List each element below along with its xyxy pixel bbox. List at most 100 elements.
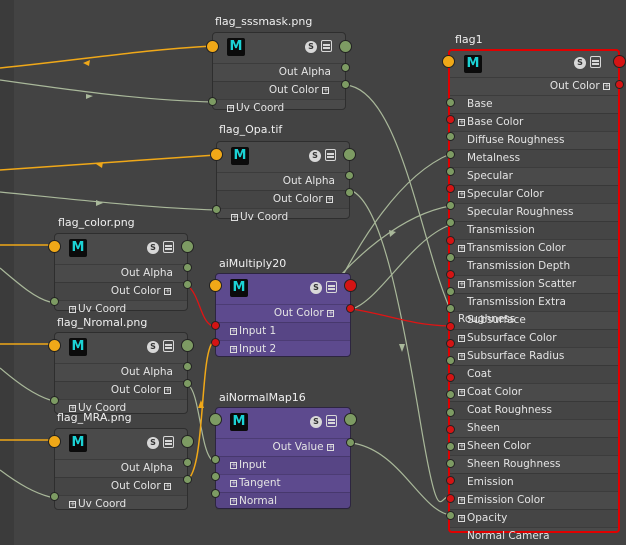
expand-icon[interactable]: + [231, 213, 238, 221]
swatch-toggle-icon[interactable]: S [147, 437, 159, 449]
expand-icon[interactable]: + [458, 190, 465, 198]
attr-transmission[interactable]: Transmission [450, 221, 618, 239]
expand-icon[interactable]: + [230, 461, 237, 469]
output-port[interactable] [183, 362, 192, 371]
input-port[interactable] [48, 339, 61, 352]
expand-icon[interactable]: + [458, 442, 465, 450]
node-header[interactable]: M S [55, 333, 187, 363]
output-port[interactable] [181, 435, 194, 448]
node-editor-canvas[interactable]: flag_sssmask.png M S Out Alpha Out Color… [0, 0, 626, 545]
attr-sheen-color[interactable]: + Sheen Color [450, 437, 618, 455]
attr-out-alpha[interactable]: Out Alpha [55, 363, 187, 381]
swatch-toggle-icon[interactable]: S [310, 282, 322, 294]
attr-uv-coord[interactable]: + Uv Coord [55, 495, 187, 513]
node-ai-normalmap[interactable]: M S Out Value + + Input + Tangent + Normal [215, 407, 351, 510]
attr-sheen[interactable]: Sheen [450, 419, 618, 437]
output-port[interactable] [183, 475, 192, 484]
expand-icon[interactable]: + [458, 280, 465, 288]
expand-icon[interactable]: + [326, 195, 333, 203]
input-port[interactable] [206, 40, 219, 53]
expand-icon[interactable]: + [327, 309, 334, 317]
node-header[interactable]: M S [450, 51, 618, 77]
input-port[interactable] [50, 396, 59, 405]
output-port[interactable] [346, 438, 355, 447]
attr-out-alpha[interactable]: Out Alpha [55, 459, 187, 477]
attr-out-alpha[interactable]: Out Alpha [217, 172, 349, 190]
input-port[interactable] [446, 98, 455, 107]
attr-uv-coord[interactable]: + Uv Coord [217, 208, 349, 226]
attr-subsurface[interactable]: Subsurface [450, 311, 618, 329]
output-port[interactable] [339, 40, 352, 53]
input-port[interactable] [211, 489, 220, 498]
attr-out-color[interactable]: Out Color + [55, 381, 187, 399]
node-flag-opa[interactable]: M S Out Alpha Out Color + + Uv Coord [216, 141, 350, 223]
input-port[interactable] [446, 166, 455, 176]
expand-icon[interactable]: + [230, 327, 237, 335]
output-port[interactable] [344, 413, 357, 426]
input-port[interactable] [446, 184, 455, 193]
expand-icon[interactable]: + [458, 118, 465, 126]
output-port[interactable] [183, 263, 192, 272]
attr-emission[interactable]: Emission [450, 473, 618, 491]
output-port[interactable] [341, 80, 350, 89]
input-port[interactable] [442, 55, 455, 68]
node-ai-multiply[interactable]: M S Out Color + + Input 1 + Input 2 [215, 273, 351, 357]
expand-icon[interactable]: + [164, 482, 171, 490]
swatch-toggle-icon[interactable]: S [147, 341, 159, 353]
output-port[interactable] [346, 304, 355, 313]
input-port[interactable] [211, 338, 220, 347]
input-port[interactable] [48, 240, 61, 253]
swatch-toggle-icon[interactable]: S [147, 242, 159, 254]
attr-sheen-roughness[interactable]: Sheen Roughness [450, 455, 618, 473]
attribute-list-icon[interactable] [321, 40, 332, 52]
attr-out-alpha[interactable]: Out Alpha [55, 264, 187, 282]
swatch-toggle-icon[interactable]: S [309, 150, 321, 162]
attribute-list-icon[interactable] [326, 415, 337, 427]
expand-icon[interactable]: + [322, 86, 329, 94]
output-port[interactable] [344, 279, 357, 292]
output-port[interactable] [341, 63, 350, 72]
attr-out-color[interactable]: Out Color + [450, 77, 618, 95]
output-port[interactable] [615, 80, 624, 89]
attr-base-color[interactable]: + Base Color [450, 113, 618, 131]
input-port[interactable] [446, 149, 455, 159]
expand-icon[interactable]: + [69, 500, 76, 508]
attr-coat-roughness[interactable]: Coat Roughness [450, 401, 618, 419]
attr-coat-color[interactable]: + Coat Color [450, 383, 618, 401]
output-port[interactable] [183, 280, 192, 289]
expand-icon[interactable]: + [327, 443, 334, 451]
input-port[interactable] [209, 279, 222, 292]
attr-diffuse-roughness[interactable]: Diffuse Roughness [450, 131, 618, 149]
output-port[interactable] [345, 171, 354, 180]
attr-transmission-depth[interactable]: Transmission Depth [450, 257, 618, 275]
input-port[interactable] [212, 205, 221, 214]
node-header[interactable]: M S [216, 408, 350, 438]
attribute-list-icon[interactable] [590, 56, 601, 68]
input-port[interactable] [446, 407, 455, 417]
input-port[interactable] [446, 270, 455, 279]
expand-icon[interactable]: + [458, 496, 465, 504]
attr-metalness[interactable]: Metalness [450, 149, 618, 167]
output-port[interactable] [613, 55, 626, 68]
expand-icon[interactable]: + [603, 82, 610, 90]
attr-out-color[interactable]: Out Color + [217, 190, 349, 208]
expand-icon[interactable]: + [69, 305, 76, 313]
node-flag-sssmask[interactable]: M S Out Alpha Out Color + + Uv Coord [212, 32, 346, 114]
expand-icon[interactable]: + [227, 104, 234, 112]
attr-base[interactable]: Base [450, 95, 618, 113]
output-port[interactable] [343, 148, 356, 161]
input-port[interactable] [209, 413, 222, 426]
node-header[interactable]: M S [217, 142, 349, 172]
attr-out-color[interactable]: Out Color + [55, 282, 187, 300]
output-port[interactable] [181, 240, 194, 253]
attr-specular[interactable]: Specular [450, 167, 618, 185]
attr-specular-roughness[interactable]: Specular Roughness [450, 203, 618, 221]
expand-icon[interactable]: + [458, 244, 465, 252]
attr-coat[interactable]: Coat [450, 365, 618, 383]
attr-input-1[interactable]: + Input 1 [216, 322, 350, 340]
expand-icon[interactable]: + [458, 352, 465, 360]
input-port[interactable] [210, 148, 223, 161]
attr-out-alpha[interactable]: Out Alpha [213, 63, 345, 81]
attr-subsurface-color[interactable]: + Subsurface Color [450, 329, 618, 347]
input-port[interactable] [446, 321, 455, 331]
